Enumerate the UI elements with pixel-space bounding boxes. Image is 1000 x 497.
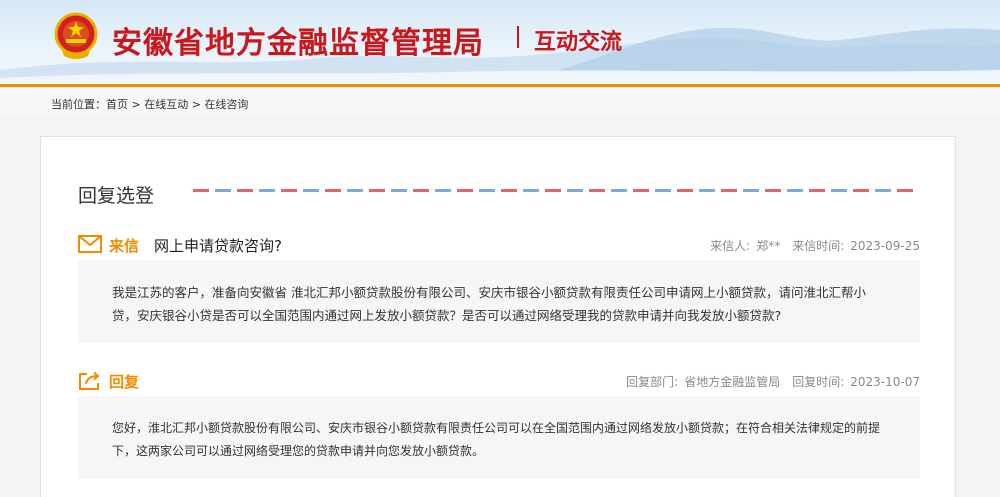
breadcrumb: 当前位置：首页 > 在线互动 > 在线咨询 [51,96,248,112]
letter-header: 来信 网上申请贷款咨询? 来信人: 郑** 来信时间: 2023-09-25 [78,233,920,257]
letter-body: 我是江苏的客户，准备向安徽省 淮北汇邦小额贷款股份有限公司、安庆市银谷小额贷款有… [78,260,920,343]
letter-date-value: 2023-09-25 [850,239,920,253]
envelope-icon [78,235,102,253]
airmail-divider [193,189,917,192]
breadcrumb-prefix: 当前位置： [51,98,106,111]
breadcrumb-link-consultation[interactable]: 在线咨询 [204,98,248,111]
reply-type-label: 回复 [109,373,140,391]
site-header: 安徽省地方金融监督管理局 互动交流 [0,0,1000,84]
content-card: 回复选登 来信 网上申请贷款咨询? 来信人: 郑** 来信时间: 2023-09-25… [40,136,956,497]
site-title: 安徽省地方金融监督管理局 [112,26,484,61]
letter-date-label: 来信时间: [792,239,845,253]
letter-type-label: 来信 [109,237,140,255]
breadcrumb-separator: > [128,98,145,111]
reply-dept-value: 省地方金融监管局 [684,375,781,389]
breadcrumb-bar: 当前位置：首页 > 在线互动 > 在线咨询 [0,87,1000,117]
national-emblem-icon [54,12,98,59]
reply-dept-label: 回复部门: [626,375,679,389]
reply-header: 回复 回复部门: 省地方金融监管局 回复时间: 2023-10-07 [78,369,920,393]
reply-date-value: 2023-10-07 [850,375,920,389]
letter-meta: 来信人: 郑** 来信时间: 2023-09-25 [704,237,920,254]
breadcrumb-link-home[interactable]: 首页 [106,98,128,111]
breadcrumb-separator: > [188,98,205,111]
reply-date-label: 回复时间: [792,375,845,389]
breadcrumb-link-interaction[interactable]: 在线互动 [144,98,188,111]
sender-label: 来信人: [710,239,751,253]
title-divider [517,26,519,48]
reply-body: 您好，淮北汇邦小额贷款股份有限公司、安庆市银谷小额贷款有限责任公司可以在全国范围… [78,396,920,479]
sender-value: 郑** [756,239,781,253]
section-title: 互动交流 [534,30,623,55]
section-heading: 回复选登 [78,185,155,207]
reply-share-icon [79,371,100,390]
letter-subject: 网上申请贷款咨询? [154,237,282,255]
reply-meta: 回复部门: 省地方金融监管局 回复时间: 2023-10-07 [620,373,920,390]
